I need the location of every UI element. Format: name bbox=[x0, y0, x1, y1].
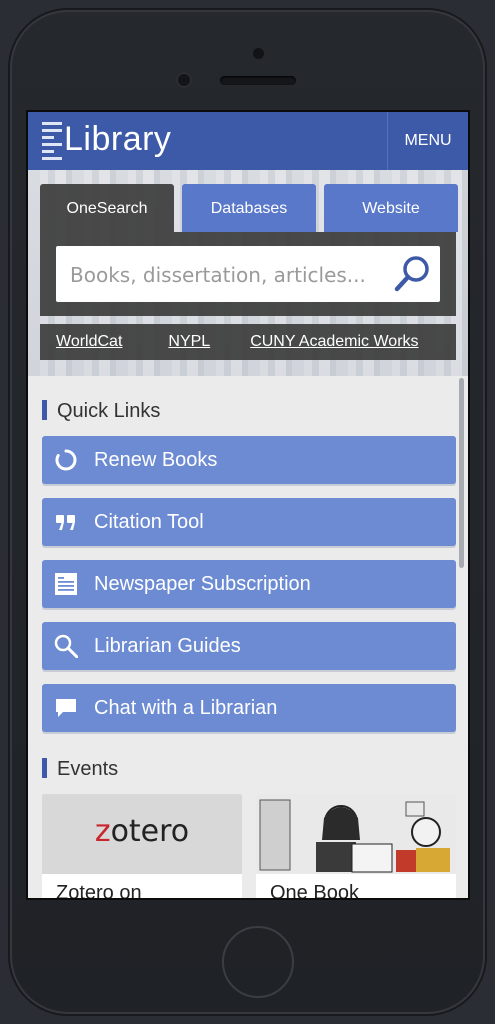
front-camera bbox=[176, 72, 192, 88]
search-input[interactable] bbox=[68, 246, 382, 304]
chat-with-librarian-label: Chat with a Librarian bbox=[94, 697, 278, 719]
renew-books-label: Renew Books bbox=[94, 449, 218, 471]
zotero-logo: zzoterootero bbox=[94, 814, 190, 849]
home-button[interactable] bbox=[222, 926, 294, 998]
search-icon bbox=[54, 634, 78, 658]
quick-links-heading: Quick Links bbox=[42, 400, 160, 424]
tab-website[interactable]: Website bbox=[324, 184, 458, 232]
library-title[interactable]: Library bbox=[64, 120, 171, 159]
search-box bbox=[56, 246, 440, 304]
librarian-guides-label: Librarian Guides bbox=[94, 635, 241, 657]
events-heading: Events bbox=[42, 758, 118, 782]
vertical-scrollbar[interactable] bbox=[459, 378, 464, 568]
newspaper-subscription-button[interactable]: Newspaper Subscription bbox=[42, 560, 456, 608]
proximity-sensor bbox=[253, 48, 264, 59]
citation-tool-button[interactable]: Citation Tool bbox=[42, 498, 456, 546]
search-panel bbox=[40, 232, 456, 316]
tab-databases[interactable]: Databases bbox=[182, 184, 316, 232]
librarian-guides-button[interactable]: Librarian Guides bbox=[42, 622, 456, 670]
event-title: One Book bbox=[270, 882, 359, 900]
link-nypl[interactable]: NYPL bbox=[168, 333, 210, 351]
link-cuny-academic-works[interactable]: CUNY Academic Works bbox=[250, 333, 418, 351]
newspaper-icon bbox=[55, 573, 77, 595]
app-header: Library MENU bbox=[28, 112, 468, 170]
graduate-center-logo[interactable] bbox=[42, 120, 62, 162]
chat-with-librarian-button[interactable]: Chat with a Librarian bbox=[42, 684, 456, 732]
app-screen: Library MENU OneSearch Databases Website… bbox=[26, 110, 470, 900]
event-title: Zotero on bbox=[56, 882, 142, 900]
citation-tool-label: Citation Tool bbox=[94, 511, 204, 533]
external-links-bar: WorldCat NYPL CUNY Academic Works bbox=[40, 324, 456, 360]
quote-icon bbox=[56, 515, 75, 530]
menu-button[interactable]: MENU bbox=[387, 112, 468, 170]
renew-books-button[interactable]: Renew Books bbox=[42, 436, 456, 484]
search-tabs: OneSearch Databases Website bbox=[40, 184, 458, 232]
heading-accent-bar bbox=[42, 758, 47, 778]
newspaper-subscription-label: Newspaper Subscription bbox=[94, 573, 311, 595]
event-card-zotero[interactable]: zzoterootero Zotero on bbox=[42, 794, 242, 900]
event-image-zotero: zzoterootero bbox=[42, 794, 242, 874]
event-image-one-book bbox=[256, 794, 456, 874]
link-worldcat[interactable]: WorldCat bbox=[56, 333, 122, 351]
earpiece-speaker bbox=[220, 76, 296, 85]
tab-onesearch[interactable]: OneSearch bbox=[40, 184, 174, 232]
heading-accent-bar bbox=[42, 400, 47, 420]
event-card-one-book[interactable]: One Book bbox=[256, 794, 456, 900]
chat-icon bbox=[56, 699, 76, 717]
search-icon[interactable] bbox=[392, 254, 432, 294]
renew-icon bbox=[55, 449, 77, 471]
